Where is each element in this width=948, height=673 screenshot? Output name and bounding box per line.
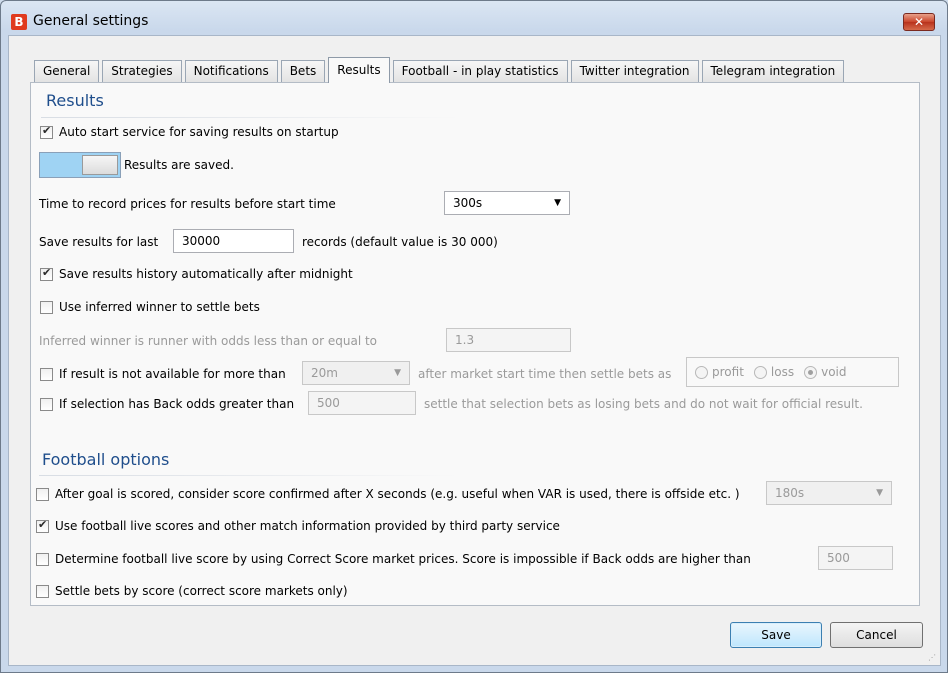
not-available-select[interactable]: 20m ▼ xyxy=(302,361,410,385)
radio-loss-label: loss xyxy=(770,365,795,379)
record-prices-select[interactable]: 300s ▼ xyxy=(444,191,570,215)
goal-confirm-row: After goal is scored, consider score con… xyxy=(36,487,740,501)
correct-score-checkbox[interactable] xyxy=(36,552,49,566)
back-odds-suffix-row: settle that selection bets as losing bet… xyxy=(424,397,863,411)
section-divider xyxy=(39,475,459,476)
inferred-odds-row: Inferred winner is runner with odds less… xyxy=(39,334,377,348)
title-bar[interactable]: B General settings ✕ xyxy=(1,1,947,35)
back-odds-label: If selection has Back odds greater than xyxy=(59,397,295,411)
record-prices-label: Time to record prices for results before… xyxy=(39,197,336,211)
goal-confirm-label: After goal is scored, consider score con… xyxy=(55,487,740,501)
back-odds-input[interactable]: 500 xyxy=(308,391,416,415)
save-last-label: Save results for last xyxy=(39,235,159,249)
live-scores-row: Use football live scores and other match… xyxy=(36,518,560,533)
radio-profit[interactable]: profit xyxy=(695,365,744,379)
settle-as-radio-group: profit loss void xyxy=(686,357,899,387)
settings-window: B General settings ✕ General Strategies … xyxy=(0,0,948,673)
tab-general[interactable]: General xyxy=(34,60,100,82)
not-available-row: If result is not available for more than xyxy=(40,367,286,381)
settle-by-score-checkbox[interactable] xyxy=(36,584,49,598)
save-last-input[interactable]: 30000 xyxy=(173,229,294,253)
radio-profit-label: profit xyxy=(712,365,744,379)
results-tab-panel: Results Auto start service for saving re… xyxy=(30,82,920,606)
radio-circle[interactable] xyxy=(753,365,767,379)
save-last-suffix: records (default value is 30 000) xyxy=(302,235,498,249)
settle-by-score-label: Settle bets by score (correct score mark… xyxy=(55,584,348,598)
tab-twitter-integration[interactable]: Twitter integration xyxy=(570,60,699,82)
chevron-down-icon: ▼ xyxy=(394,368,401,378)
results-service-toggle[interactable] xyxy=(39,152,121,178)
settle-by-score-row: Settle bets by score (correct score mark… xyxy=(36,584,348,598)
inferred-odds-input[interactable]: 1.3 xyxy=(446,328,571,352)
tab-telegram-integration[interactable]: Telegram integration xyxy=(701,60,845,82)
not-available-checkbox[interactable] xyxy=(40,367,53,381)
not-available-suffix: after market start time then settle bets… xyxy=(418,367,672,381)
chevron-down-icon: ▼ xyxy=(876,488,883,498)
radio-loss[interactable]: loss xyxy=(753,365,795,379)
radio-circle[interactable] xyxy=(804,365,818,379)
inferred-odds-label: Inferred winner is runner with odds less… xyxy=(39,334,378,348)
close-button[interactable]: ✕ xyxy=(903,13,935,31)
save-last-row: Save results for last xyxy=(39,235,158,249)
live-scores-checkbox[interactable] xyxy=(36,518,49,533)
tab-strip: General Strategies Notifications Bets Re… xyxy=(34,57,847,83)
not-available-suffix-row: after market start time then settle bets… xyxy=(418,367,671,381)
back-odds-checkbox[interactable] xyxy=(40,397,53,411)
not-available-value: 20m xyxy=(311,366,338,380)
inferred-winner-checkbox[interactable] xyxy=(40,300,53,314)
results-section-title: Results xyxy=(46,91,104,110)
record-prices-value: 300s xyxy=(453,196,483,210)
radio-circle[interactable] xyxy=(695,365,708,379)
not-available-label: If result is not available for more than xyxy=(59,367,286,381)
inferred-winner-label: Use inferred winner to settle bets xyxy=(59,300,260,314)
tab-notifications[interactable]: Notifications xyxy=(184,60,278,82)
results-status-text: Results are saved. xyxy=(124,158,234,172)
tab-results[interactable]: Results xyxy=(328,57,390,83)
cancel-button[interactable]: Cancel xyxy=(830,622,923,648)
section-divider xyxy=(41,117,461,118)
goal-confirm-select[interactable]: 180s ▼ xyxy=(766,481,892,505)
history-midnight-label: Save results history automatically after… xyxy=(59,267,353,281)
history-midnight-checkbox[interactable] xyxy=(40,266,53,281)
save-button[interactable]: Save xyxy=(730,622,822,648)
auto-start-row: Auto start service for saving results on… xyxy=(40,124,339,139)
football-section-title: Football options xyxy=(42,450,170,469)
dialog-body: General Strategies Notifications Bets Re… xyxy=(8,35,941,666)
back-odds-row: If selection has Back odds greater than xyxy=(40,397,294,411)
back-odds-suffix: settle that selection bets as losing bet… xyxy=(424,397,863,411)
record-prices-row: Time to record prices for results before… xyxy=(39,197,336,211)
window-title: General settings xyxy=(33,13,149,29)
inferred-winner-row: Use inferred winner to settle bets xyxy=(40,300,260,314)
tab-strategies[interactable]: Strategies xyxy=(102,60,182,82)
toggle-knob[interactable] xyxy=(82,155,118,175)
tab-football-in-play-statistics[interactable]: Football - in play statistics xyxy=(392,60,568,82)
app-logo-icon: B xyxy=(11,14,27,30)
save-last-suffix-row: records (default value is 30 000) xyxy=(302,235,498,249)
radio-void[interactable]: void xyxy=(804,365,847,379)
auto-start-checkbox[interactable] xyxy=(40,124,53,139)
resize-grip-icon[interactable]: ⋰ xyxy=(928,653,938,663)
auto-start-label: Auto start service for saving results on… xyxy=(59,125,339,139)
correct-score-row: Determine football live score by using C… xyxy=(36,552,751,566)
correct-score-label: Determine football live score by using C… xyxy=(55,552,751,566)
goal-confirm-value: 180s xyxy=(775,486,805,500)
goal-confirm-checkbox[interactable] xyxy=(36,487,49,501)
chevron-down-icon: ▼ xyxy=(554,198,561,208)
live-scores-label: Use football live scores and other match… xyxy=(55,519,560,533)
tab-bets[interactable]: Bets xyxy=(280,60,326,82)
radio-void-label: void xyxy=(821,365,847,379)
history-midnight-row: Save results history automatically after… xyxy=(40,266,353,281)
toggle-status-row: Results are saved. xyxy=(124,158,234,172)
correct-score-input[interactable]: 500 xyxy=(818,546,893,570)
